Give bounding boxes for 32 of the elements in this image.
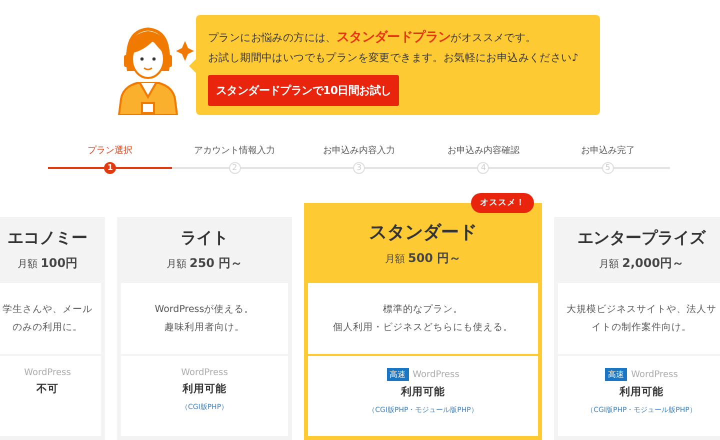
step-label: お申込み内容確認: [447, 145, 520, 158]
plan-description: 大規模ビジネスサイトや、法人サ イトの制作案件向け。: [566, 302, 716, 334]
plan-description: WordPressが使える。 趣味利用者向け。: [154, 302, 254, 334]
feature-label: WordPress: [631, 370, 678, 380]
plan-price: 月額 100円: [17, 255, 78, 272]
step-label: お申込み完了: [580, 145, 635, 158]
fast-tag: 高速: [386, 368, 409, 381]
step-label: お申込み内容入力: [323, 145, 396, 158]
feature-label: WordPress: [412, 370, 460, 380]
feature-value: 利用可能: [182, 382, 226, 396]
plan-price: 月額 250 円～: [166, 255, 243, 272]
step-label: アカウント情報入力: [194, 145, 276, 158]
step-number: 1: [104, 162, 116, 174]
plan-name: ライト: [180, 228, 228, 249]
feature-value: 利用可能: [401, 385, 445, 399]
plan-description: 学生さんや、メール のみの利用に。: [2, 302, 92, 334]
trial-note: お試し期間中はいつでもプランを変更できます。お気軽にお申込みください♪: [208, 51, 580, 66]
plan-price: 月額 2,000円～: [598, 255, 684, 272]
plan-name: エンタープライズ: [578, 228, 706, 249]
fast-tag: 高速: [605, 368, 628, 381]
step-label: プラン選択: [88, 145, 133, 158]
plan-description: 標準的なプラン。 個人利用・ビジネスどちらにも使える。: [333, 302, 513, 334]
plan-price: 月額 500 円～: [384, 250, 462, 266]
recommended-badge: オススメ！: [471, 193, 534, 213]
feature-value: 不可: [36, 382, 58, 396]
recommendation-text: プランにお悩みの方には、スタンダードプランがオススメです。: [208, 29, 538, 47]
feature-label: WordPress: [24, 368, 71, 378]
plan-name: エコノミー: [8, 228, 88, 249]
feature-value: 利用可能: [620, 385, 664, 399]
trial-button[interactable]: スタンダードプランで10日間お試し: [208, 75, 400, 106]
plan-name: スタンダード: [369, 220, 477, 244]
feature-label: WordPress: [181, 368, 228, 378]
